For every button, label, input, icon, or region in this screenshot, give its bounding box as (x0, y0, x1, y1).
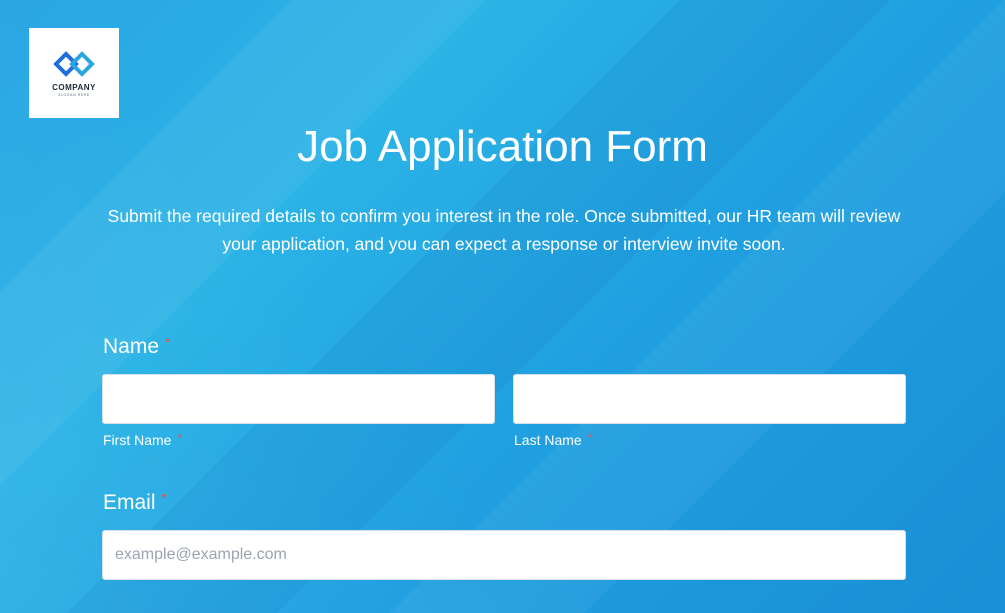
email-field-label: Email * (103, 490, 167, 515)
logo-slogan: SLOGAN HERE (58, 93, 90, 97)
first-name-input[interactable] (102, 374, 495, 424)
last-name-sublabel: Last Name * (514, 432, 592, 448)
logo-company-name: COMPANY (52, 83, 96, 92)
email-label-text: Email (103, 491, 156, 514)
last-name-sublabel-text: Last Name (514, 432, 582, 448)
background-stripes (0, 0, 1005, 613)
email-input[interactable] (102, 530, 906, 580)
form-title: Job Application Form (297, 122, 708, 171)
company-logo: COMPANY SLOGAN HERE (29, 28, 119, 118)
form-description: Submit the required details to confirm y… (107, 206, 901, 254)
logo-mark-icon (53, 51, 95, 77)
required-marker: * (177, 432, 182, 444)
required-marker: * (161, 490, 167, 506)
name-field-label: Name * (103, 334, 170, 359)
last-name-input[interactable] (513, 374, 906, 424)
name-label-text: Name (103, 335, 160, 358)
required-marker: * (165, 334, 171, 350)
first-name-sublabel: First Name * (103, 432, 182, 448)
required-marker: * (587, 432, 592, 444)
first-name-sublabel-text: First Name (103, 432, 172, 448)
